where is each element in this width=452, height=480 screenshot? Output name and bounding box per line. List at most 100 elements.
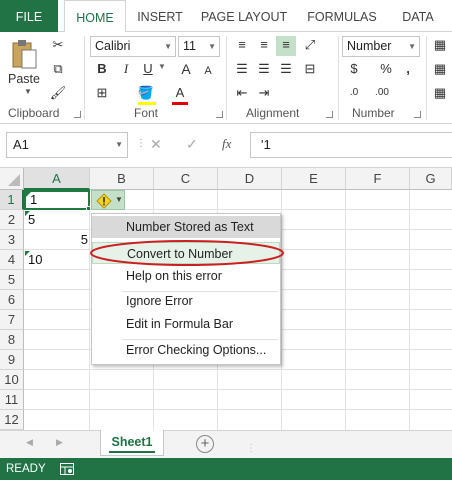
- font-launcher-icon[interactable]: [216, 111, 223, 118]
- decrease-indent-icon[interactable]: ⇤: [232, 84, 252, 104]
- scroll-right-icon[interactable]: ▶: [56, 437, 63, 448]
- column-header-e[interactable]: E: [282, 168, 346, 190]
- increase-indent-icon[interactable]: ⇥: [254, 84, 274, 104]
- row-header-1[interactable]: 1: [0, 190, 24, 210]
- font-name-combo[interactable]: Calibri ▼: [90, 36, 176, 57]
- number-format-value: Number: [347, 39, 392, 53]
- number-launcher-icon[interactable]: [414, 111, 421, 118]
- row-header-6[interactable]: 6: [0, 290, 24, 310]
- add-sheet-button[interactable]: +: [196, 435, 214, 453]
- tab-formulas[interactable]: FORMULAS: [302, 0, 382, 32]
- bottom-align-icon[interactable]: ≡: [276, 36, 296, 56]
- top-align-icon[interactable]: ≡: [232, 36, 252, 56]
- scroll-left-icon[interactable]: ◀: [26, 437, 33, 448]
- font-size-combo[interactable]: 11 ▼: [178, 36, 220, 57]
- error-smart-tag[interactable]: ▼: [91, 190, 125, 210]
- column-header-b[interactable]: B: [90, 168, 154, 190]
- cell-a4[interactable]: 10: [28, 250, 42, 270]
- align-left-icon[interactable]: ☰: [232, 60, 252, 80]
- font-group-label: Font: [134, 106, 159, 120]
- underline-dropdown-icon[interactable]: ▼: [158, 62, 166, 71]
- italic-button[interactable]: I: [116, 60, 136, 80]
- cell-a1-value: 1: [30, 192, 38, 207]
- enter-icon[interactable]: ✓: [186, 136, 198, 153]
- row-header-2[interactable]: 2: [0, 210, 24, 230]
- chevron-down-icon: ▼: [115, 140, 123, 149]
- column-header-g[interactable]: G: [410, 168, 452, 190]
- center-icon[interactable]: ☰: [254, 60, 274, 80]
- row-header-12[interactable]: 12: [0, 410, 24, 430]
- gridline: [89, 190, 90, 430]
- formula-input[interactable]: '1: [250, 132, 452, 158]
- name-box[interactable]: A1 ▼: [6, 132, 128, 158]
- select-all-corner[interactable]: [0, 168, 24, 190]
- tab-data[interactable]: DATA: [392, 0, 444, 32]
- number-format-combo[interactable]: Number ▼: [342, 36, 420, 57]
- error-checking-options-item[interactable]: Error Checking Options...: [92, 339, 280, 361]
- insert-function-icon[interactable]: fx: [222, 136, 231, 152]
- group-divider: [338, 36, 339, 120]
- cell-styles-icon[interactable]: ▦: [430, 84, 450, 104]
- cell-a3[interactable]: 5: [24, 230, 88, 250]
- paste-button[interactable]: Paste: [8, 72, 40, 86]
- format-painter-icon[interactable]: 🖌: [48, 84, 68, 104]
- tab-page-layout[interactable]: PAGE LAYOUT: [196, 0, 292, 32]
- warning-icon: [96, 193, 112, 209]
- grow-font-button[interactable]: A: [176, 60, 196, 80]
- currency-button[interactable]: $: [344, 60, 364, 80]
- fill-color-swatch: [138, 102, 156, 105]
- row-header-3[interactable]: 3: [0, 230, 24, 250]
- font-color-button[interactable]: A: [170, 84, 190, 104]
- fill-color-icon[interactable]: 🪣: [136, 84, 156, 104]
- tab-file[interactable]: FILE: [0, 0, 58, 32]
- shrink-font-button[interactable]: A: [198, 62, 218, 82]
- clipboard-launcher-icon[interactable]: [74, 111, 81, 118]
- help-on-error-item[interactable]: Help on this error: [92, 265, 280, 287]
- middle-align-icon[interactable]: ≡: [254, 36, 274, 56]
- macro-recording-icon[interactable]: [60, 463, 74, 475]
- column-header-f[interactable]: F: [346, 168, 410, 190]
- cut-icon[interactable]: ✂: [48, 36, 68, 56]
- increase-decimal-icon[interactable]: .0: [344, 84, 364, 104]
- cell-a2[interactable]: 5: [28, 210, 35, 230]
- percent-button[interactable]: %: [376, 60, 396, 80]
- merge-center-icon[interactable]: ⊟: [300, 60, 320, 80]
- row-header-4[interactable]: 4: [0, 250, 24, 270]
- chevron-down-icon: ▼: [408, 42, 416, 51]
- edit-formula-bar-item[interactable]: Edit in Formula Bar: [92, 313, 280, 335]
- tab-insert[interactable]: INSERT: [130, 0, 190, 32]
- align-right-icon[interactable]: ☰: [276, 60, 296, 80]
- decrease-decimal-icon[interactable]: .00: [372, 84, 392, 104]
- row-header-8[interactable]: 8: [0, 330, 24, 350]
- row-header-9[interactable]: 9: [0, 350, 24, 370]
- underline-button[interactable]: U: [138, 60, 158, 80]
- format-table-icon[interactable]: ▦: [430, 60, 450, 80]
- copy-icon[interactable]: ⧉: [48, 60, 68, 80]
- row-header-11[interactable]: 11: [0, 390, 24, 410]
- group-divider: [426, 36, 427, 120]
- row-header-5[interactable]: 5: [0, 270, 24, 290]
- alignment-launcher-icon[interactable]: [326, 111, 333, 118]
- paste-dropdown-icon[interactable]: ▼: [24, 87, 32, 96]
- row-header-7[interactable]: 7: [0, 310, 24, 330]
- conditional-format-icon[interactable]: ▦: [430, 36, 450, 56]
- name-box-value: A1: [13, 137, 29, 152]
- paste-icon[interactable]: [10, 38, 40, 72]
- chevron-down-icon: ▼: [164, 42, 172, 51]
- clipboard-group-label: Clipboard: [8, 106, 60, 120]
- column-header-c[interactable]: C: [154, 168, 218, 190]
- column-header-a[interactable]: A: [24, 168, 90, 190]
- column-header-d[interactable]: D: [218, 168, 282, 190]
- borders-icon[interactable]: ⊞: [92, 84, 112, 104]
- bold-button[interactable]: B: [92, 60, 112, 80]
- orientation-icon[interactable]: ⤢: [300, 36, 320, 56]
- alignment-group-label: Alignment: [246, 106, 300, 120]
- row-header-10[interactable]: 10: [0, 370, 24, 390]
- cancel-icon[interactable]: ✕: [150, 136, 162, 153]
- gridline: [345, 190, 346, 430]
- tab-home[interactable]: HOME: [64, 0, 126, 33]
- sheet-tab-sheet1[interactable]: Sheet1: [100, 430, 164, 456]
- ignore-error-item[interactable]: Ignore Error: [92, 290, 280, 312]
- comma-button[interactable]: ,: [398, 60, 418, 80]
- status-bar: READY: [0, 458, 452, 480]
